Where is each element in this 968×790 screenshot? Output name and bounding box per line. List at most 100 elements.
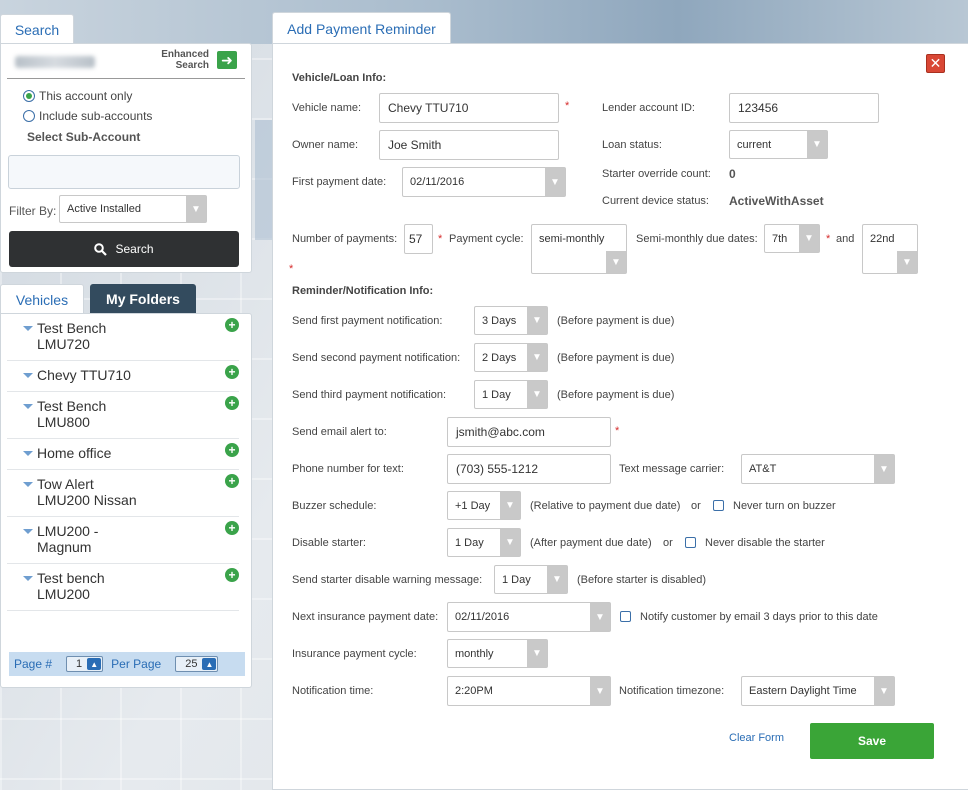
payment-cycle-select[interactable]: semi-monthly ▼ xyxy=(531,224,627,274)
vehicle-name-input[interactable]: Chevy TTU710 xyxy=(379,93,559,123)
email-alert-label: Send email alert to: xyxy=(292,426,387,438)
never-buzzer-checkbox[interactable] xyxy=(713,500,724,511)
second-notification-select[interactable]: 2 Days ▼ xyxy=(474,343,548,372)
vehicle-list-item[interactable]: Chevy TTU710 + xyxy=(7,361,239,392)
lender-account-input[interactable]: 123456 xyxy=(729,93,879,123)
caret-down-icon[interactable] xyxy=(23,576,33,581)
vehicle-device: LMU720 xyxy=(37,336,90,352)
tab-add-payment-reminder[interactable]: Add Payment Reminder xyxy=(272,12,451,44)
insurance-date-label: Next insurance payment date: xyxy=(292,611,439,623)
chevron-down-icon[interactable]: ▼ xyxy=(527,640,547,667)
loan-status-select[interactable]: current ▼ xyxy=(729,130,828,159)
close-icon[interactable]: ✕ xyxy=(926,54,945,73)
warning-message-select[interactable]: 1 Day ▼ xyxy=(494,565,568,594)
vehicle-name: LMU200 - xyxy=(37,523,99,539)
email-alert-input[interactable]: jsmith@abc.com xyxy=(447,417,611,447)
warning-message-value: 1 Day xyxy=(502,573,531,586)
plus-circle-icon[interactable]: + xyxy=(225,443,239,457)
vehicle-list-item[interactable]: Tow Alert LMU200 Nissan + xyxy=(7,470,239,517)
chevron-down-icon[interactable]: ▼ xyxy=(527,381,547,408)
tab-search[interactable]: Search xyxy=(0,14,74,44)
chevron-down-icon[interactable]: ▼ xyxy=(606,251,626,273)
radio-checked-icon[interactable] xyxy=(23,90,35,102)
phone-input[interactable]: (703) 555-1212 xyxy=(447,454,611,484)
chevron-down-icon[interactable]: ▼ xyxy=(186,196,206,222)
vehicle-list-item[interactable]: Test Bench LMU720 + xyxy=(7,314,239,361)
insurance-cycle-label: Insurance payment cycle: xyxy=(292,648,417,660)
per-page-value: 25 xyxy=(185,658,198,670)
third-notification-value: 1 Day xyxy=(482,388,511,401)
chevron-down-icon[interactable]: ▼ xyxy=(527,344,547,371)
vehicle-list-item[interactable]: Test Bench LMU800 + xyxy=(7,392,239,439)
radio-unchecked-icon[interactable] xyxy=(23,110,35,122)
insurance-cycle-select[interactable]: monthly ▼ xyxy=(447,639,548,668)
owner-name-input[interactable]: Joe Smith xyxy=(379,130,559,160)
buzzer-schedule-select[interactable]: +1 Day ▼ xyxy=(447,491,521,520)
notification-time-select[interactable]: 2:20PM ▼ xyxy=(447,676,611,706)
disable-starter-select[interactable]: 1 Day ▼ xyxy=(447,528,521,557)
radio-this-account[interactable]: This account only xyxy=(23,89,132,103)
plus-circle-icon[interactable]: + xyxy=(225,318,239,332)
before-due-note: (Before payment is due) xyxy=(557,352,675,364)
vehicle-list-item[interactable]: Test bench LMU200 + xyxy=(7,564,239,611)
third-notification-select[interactable]: 1 Day ▼ xyxy=(474,380,548,409)
chevron-up-icon[interactable]: ▲ xyxy=(202,658,217,670)
vehicle-list-item[interactable]: Home office + xyxy=(7,439,239,470)
caret-down-icon[interactable] xyxy=(23,326,33,331)
caret-down-icon[interactable] xyxy=(23,373,33,378)
chevron-down-icon[interactable]: ▼ xyxy=(807,131,827,158)
clear-form-link[interactable]: Clear Form xyxy=(729,732,784,744)
chevron-up-icon[interactable]: ▲ xyxy=(87,658,102,670)
chevron-down-icon[interactable]: ▼ xyxy=(874,677,894,705)
due-date-2-select[interactable]: 22nd ▼ xyxy=(862,224,918,274)
notify-insurance-checkbox[interactable] xyxy=(620,611,631,622)
required-marker: * xyxy=(615,425,620,437)
first-payment-date-select[interactable]: 02/11/2016 ▼ xyxy=(402,167,566,197)
sub-account-input[interactable] xyxy=(8,155,240,189)
search-button[interactable]: Search xyxy=(9,231,239,267)
carrier-select[interactable]: AT&T ▼ xyxy=(741,454,895,484)
vehicle-name: Tow Alert xyxy=(37,476,94,492)
tab-vehicles[interactable]: Vehicles xyxy=(0,284,84,314)
timezone-label: Notification timezone: xyxy=(619,685,725,697)
caret-down-icon[interactable] xyxy=(23,451,33,456)
enhanced-search-label[interactable]: Enhanced Search xyxy=(161,49,209,71)
plus-circle-icon[interactable]: + xyxy=(225,568,239,582)
first-notification-select[interactable]: 3 Days ▼ xyxy=(474,306,548,335)
chevron-down-icon[interactable]: ▼ xyxy=(590,677,610,705)
insurance-date-select[interactable]: 02/11/2016 ▼ xyxy=(447,602,611,632)
vehicle-list-item[interactable]: LMU200 - Magnum + xyxy=(7,517,239,564)
num-payments-input[interactable]: 57 xyxy=(404,224,433,254)
radio-include-sub[interactable]: Include sub-accounts xyxy=(23,109,152,123)
timezone-select[interactable]: Eastern Daylight Time ▼ xyxy=(741,676,895,706)
required-marker: * xyxy=(565,100,570,112)
chevron-down-icon[interactable]: ▼ xyxy=(874,455,894,483)
save-button[interactable]: Save xyxy=(810,723,934,759)
insurance-cycle-value: monthly xyxy=(455,647,494,660)
chevron-down-icon[interactable]: ▼ xyxy=(547,566,567,593)
caret-down-icon[interactable] xyxy=(23,404,33,409)
chevron-down-icon[interactable]: ▼ xyxy=(500,492,520,519)
chevron-down-icon[interactable]: ▼ xyxy=(527,307,547,334)
plus-circle-icon[interactable]: + xyxy=(225,474,239,488)
plus-circle-icon[interactable]: + xyxy=(225,521,239,535)
arrow-right-icon[interactable]: ➜ xyxy=(217,51,237,69)
filter-select[interactable]: Active Installed ▼ xyxy=(59,195,207,223)
tab-my-folders[interactable]: My Folders xyxy=(90,284,196,313)
search-button-label: Search xyxy=(115,242,154,256)
per-page-stepper[interactable]: 25 ▲ xyxy=(175,656,219,672)
plus-circle-icon[interactable]: + xyxy=(225,365,239,379)
chevron-down-icon[interactable]: ▼ xyxy=(897,251,917,273)
chevron-down-icon[interactable]: ▼ xyxy=(500,529,520,556)
chevron-down-icon[interactable]: ▼ xyxy=(545,168,565,196)
chevron-down-icon[interactable]: ▼ xyxy=(590,603,610,631)
plus-circle-icon[interactable]: + xyxy=(225,396,239,410)
due-date-1-select[interactable]: 7th ▼ xyxy=(764,224,820,253)
never-disable-checkbox[interactable] xyxy=(685,537,696,548)
caret-down-icon[interactable] xyxy=(23,529,33,534)
vehicles-panel: Test Bench LMU720 + Chevy TTU710 + Test Bench… xyxy=(0,313,252,688)
chevron-down-icon[interactable]: ▼ xyxy=(799,225,819,252)
caret-down-icon[interactable] xyxy=(23,482,33,487)
never-disable-label: Never disable the starter xyxy=(705,537,825,549)
page-stepper[interactable]: 1 ▲ xyxy=(66,656,104,672)
